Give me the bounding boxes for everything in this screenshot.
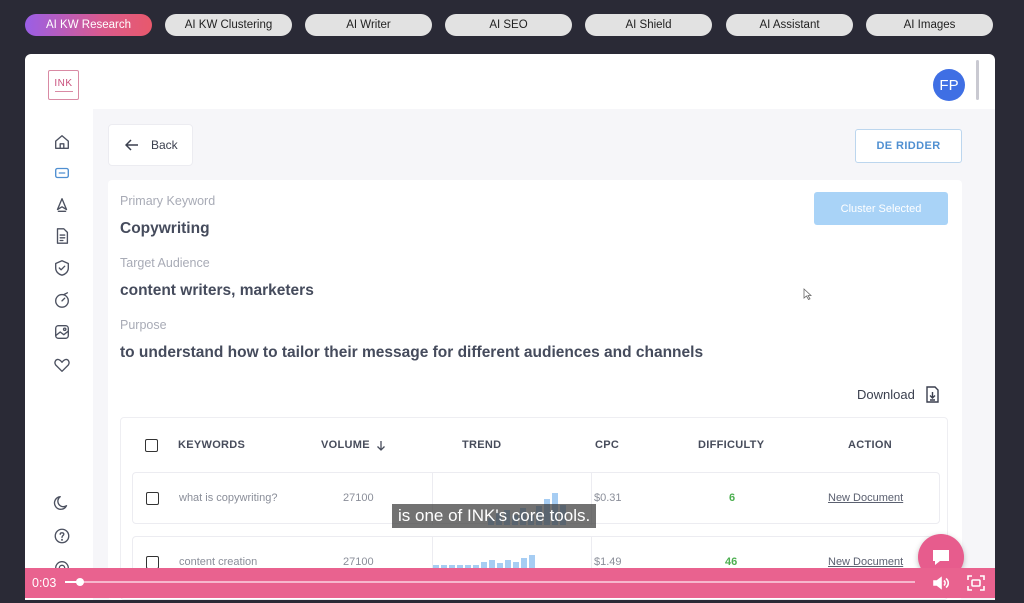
target-audience-value: content writers, marketers	[120, 282, 314, 299]
help-icon[interactable]	[52, 526, 72, 546]
document-icon[interactable]	[52, 226, 72, 246]
volume-icon[interactable]	[932, 574, 950, 592]
download-icon	[926, 386, 939, 403]
tab-ai-writer[interactable]: AI Writer	[305, 14, 432, 36]
keyword-icon[interactable]	[52, 163, 72, 183]
keyword-cell: what is copywriting?	[179, 492, 278, 504]
difficulty-cell: 6	[729, 492, 736, 504]
fullscreen-icon[interactable]	[967, 574, 985, 592]
back-button[interactable]: Back	[108, 124, 193, 166]
sort-down-icon	[376, 440, 385, 451]
organization-button[interactable]: DE RIDDER	[855, 129, 962, 163]
video-caption: is one of INK's core tools.	[392, 504, 597, 528]
video-player-controls: 0:03	[25, 568, 995, 598]
ink-logo[interactable]: INK	[48, 70, 79, 100]
difficulty-cell: 46	[725, 556, 738, 568]
tab-ai-assistant[interactable]: AI Assistant	[726, 14, 853, 36]
cluster-selected-button[interactable]: Cluster Selected	[814, 192, 948, 225]
mouse-cursor-icon	[803, 288, 812, 300]
cpc-cell: $0.31	[594, 492, 622, 504]
user-avatar[interactable]: FP	[933, 69, 965, 101]
volume-cell: 27100	[343, 556, 374, 568]
back-label: Back	[151, 138, 178, 152]
target-audience-label: Target Audience	[120, 256, 210, 270]
tab-ai-kw-clustering[interactable]: AI KW Clustering	[165, 14, 292, 36]
keyword-cell: content creation	[179, 556, 258, 568]
logo-text: INK	[54, 77, 73, 89]
writer-icon[interactable]	[52, 195, 72, 215]
download-label: Download	[857, 387, 915, 402]
chat-icon	[933, 550, 949, 565]
tool-tabs: AI KW Research AI KW Clustering AI Write…	[25, 14, 995, 36]
select-all-checkbox[interactable]	[145, 439, 158, 452]
shield-icon[interactable]	[52, 258, 72, 278]
tab-ai-kw-research[interactable]: AI KW Research	[25, 14, 152, 36]
tab-ai-images[interactable]: AI Images	[866, 14, 993, 36]
moon-icon[interactable]	[52, 493, 72, 513]
column-header-trend: TREND	[462, 439, 502, 451]
column-header-cpc[interactable]: CPC	[595, 439, 619, 451]
row-checkbox[interactable]	[146, 492, 159, 505]
column-header-volume[interactable]: VOLUME	[321, 439, 386, 451]
home-icon[interactable]	[52, 132, 72, 152]
arrow-left-icon	[125, 139, 138, 151]
tab-ai-seo[interactable]: AI SEO	[445, 14, 572, 36]
image-icon[interactable]	[52, 322, 72, 342]
assistant-icon[interactable]	[52, 290, 72, 310]
primary-keyword-label: Primary Keyword	[120, 194, 216, 208]
keyword-research-card: Primary Keyword Copywriting Target Audie…	[108, 180, 962, 600]
download-button[interactable]: Download	[857, 386, 940, 403]
page-scrollbar[interactable]	[976, 60, 979, 100]
tab-ai-shield[interactable]: AI Shield	[585, 14, 712, 36]
seek-knob[interactable]	[76, 578, 85, 586]
seek-bar[interactable]	[65, 578, 915, 586]
new-document-link[interactable]: New Document	[828, 556, 903, 568]
heart-icon[interactable]	[52, 355, 72, 375]
purpose-value: to understand how to tailor their messag…	[120, 344, 704, 361]
primary-keyword-value: Copywriting	[120, 220, 210, 237]
cpc-cell: $1.49	[594, 556, 622, 568]
playback-time: 0:03	[32, 576, 57, 590]
volume-cell: 27100	[343, 492, 374, 504]
column-header-difficulty[interactable]: DIFFICULTY	[698, 439, 764, 451]
purpose-label: Purpose	[120, 318, 167, 332]
volume-header-label: VOLUME	[321, 439, 370, 451]
logo-underline	[54, 90, 73, 92]
new-document-link[interactable]: New Document	[828, 492, 903, 504]
column-header-keywords[interactable]: KEYWORDS	[178, 439, 245, 451]
column-header-action: ACTION	[848, 439, 892, 451]
